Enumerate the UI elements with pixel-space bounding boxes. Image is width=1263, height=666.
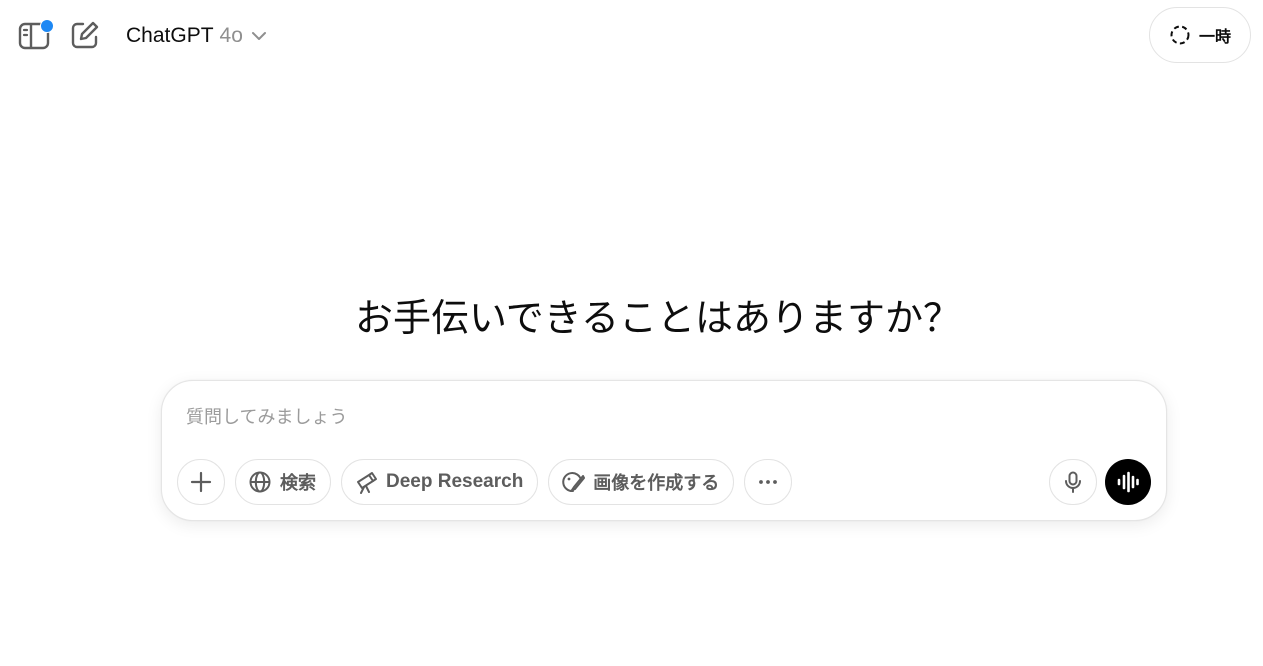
deep-research-button[interactable]: Deep Research xyxy=(341,459,539,505)
plus-icon xyxy=(190,471,212,493)
model-version: 4o xyxy=(219,24,243,47)
page-title: お手伝いできることはありますか？ xyxy=(354,296,962,340)
prompt-input[interactable] xyxy=(186,403,1126,431)
model-picker[interactable]: ChatGPT 4o xyxy=(120,18,273,54)
notification-dot xyxy=(40,19,54,33)
image-brush-icon xyxy=(562,472,586,493)
create-image-button[interactable]: 画像を作成する xyxy=(548,459,735,505)
telescope-icon xyxy=(357,472,377,494)
chat-home-page: ChatGPT 4o 一時 お手伝いできることはありますか？ 質問してみましょう… xyxy=(0,0,1263,666)
temporary-chat-button[interactable]: 一時 xyxy=(1149,7,1251,63)
voice-waveform-icon xyxy=(1117,471,1139,493)
search-tool-label: 検索 xyxy=(280,473,316,494)
model-name: ChatGPT xyxy=(126,24,214,47)
temporary-chat-label: 一時 xyxy=(1198,27,1231,46)
new-chat-icon xyxy=(71,21,99,49)
search-tool-button[interactable]: 検索 xyxy=(235,459,331,505)
globe-icon xyxy=(249,471,271,493)
voice-mode-button[interactable] xyxy=(1105,459,1151,505)
more-icon xyxy=(759,480,778,484)
microphone-icon xyxy=(1065,471,1081,493)
chevron-down-icon xyxy=(251,28,267,44)
temporary-chat-icon xyxy=(1170,25,1190,45)
composer-toolbar: 検索 Deep Research 画像を作成する xyxy=(177,459,793,505)
dictate-button[interactable] xyxy=(1049,459,1097,505)
more-tools-button[interactable] xyxy=(744,459,793,505)
deep-research-label: Deep Research xyxy=(386,471,524,492)
new-chat-button[interactable] xyxy=(67,17,103,53)
composer: 検索 Deep Research 画像を作成する xyxy=(161,380,1167,521)
create-image-label: 画像を作成する xyxy=(593,473,720,494)
attach-button[interactable] xyxy=(177,459,225,505)
